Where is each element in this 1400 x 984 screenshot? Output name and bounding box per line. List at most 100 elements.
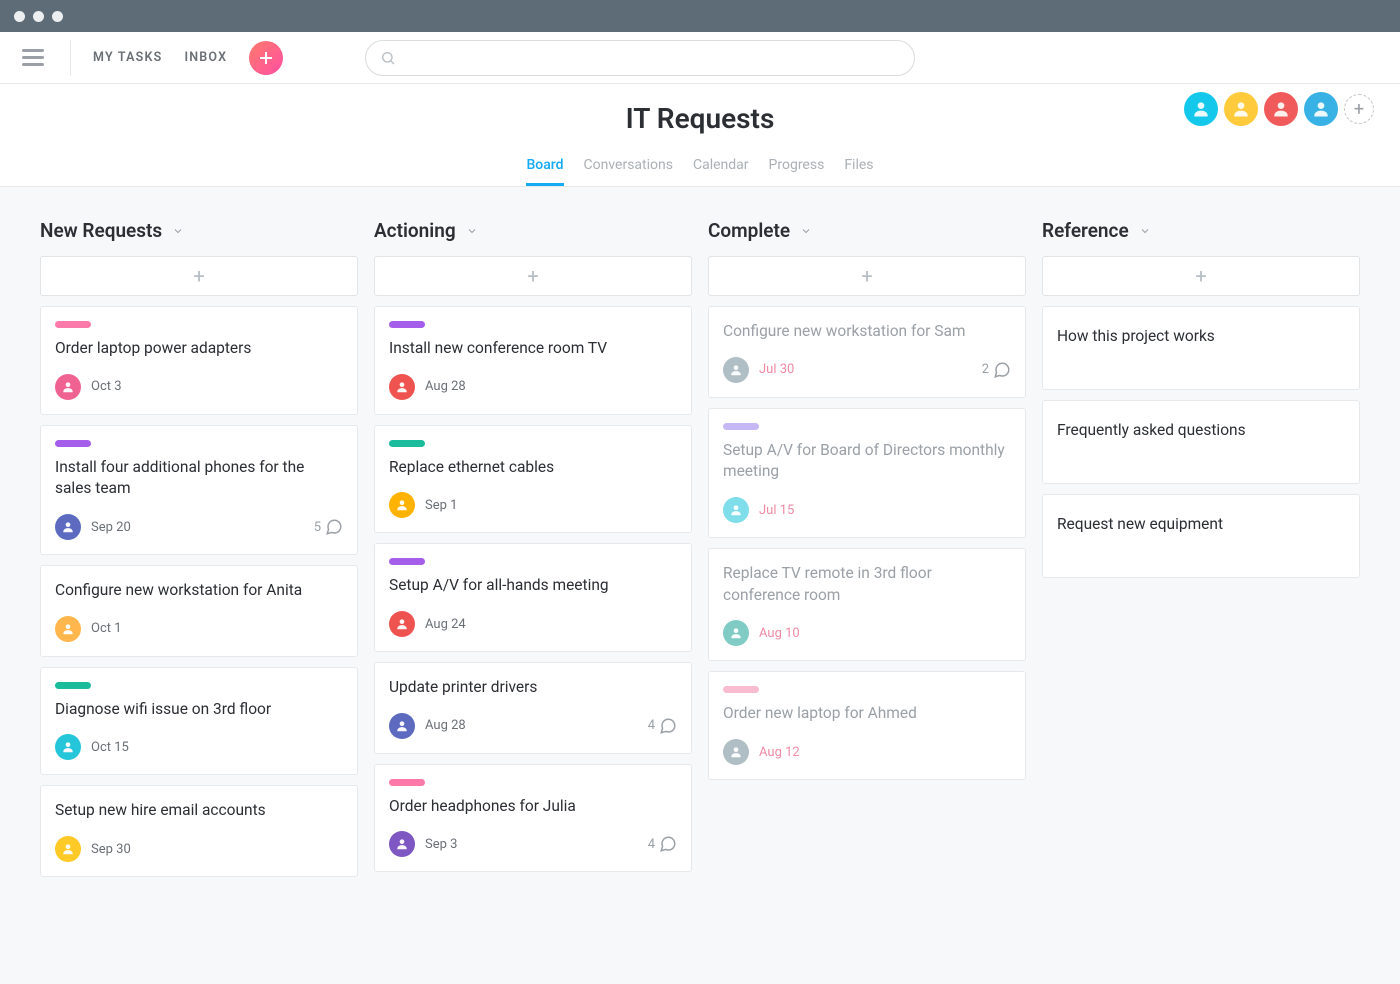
chevron-down-icon [172, 225, 184, 237]
avatar[interactable] [1264, 92, 1298, 126]
card-tag [389, 779, 425, 786]
column-title: New Requests [40, 219, 162, 242]
card-footer: Aug 10 [723, 620, 1011, 646]
card-footer: Sep 30 [55, 836, 343, 862]
due-date: Aug 10 [759, 626, 800, 641]
column-header[interactable]: New Requests [40, 219, 358, 242]
column-title: Complete [708, 219, 790, 242]
project-header: IT Requests + BoardConversationsCalendar… [0, 84, 1400, 187]
add-card-button[interactable]: + [708, 256, 1026, 296]
task-card[interactable]: Setup A/V for Board of Directors monthly… [708, 408, 1026, 538]
task-card[interactable]: Frequently asked questions [1042, 400, 1360, 484]
task-card[interactable]: Update printer drivers Aug 28 4 [374, 662, 692, 754]
tab-progress[interactable]: Progress [769, 157, 825, 186]
task-card[interactable]: Replace ethernet cablesSep 1 [374, 425, 692, 534]
task-card[interactable]: Diagnose wifi issue on 3rd floorOct 15 [40, 667, 358, 776]
card-title: Install new conference room TV [389, 338, 677, 360]
window-dot[interactable] [14, 11, 25, 22]
search-input[interactable] [365, 40, 915, 76]
chevron-down-icon [466, 225, 478, 237]
column-title: Actioning [374, 219, 456, 242]
task-card[interactable]: Configure new workstation for AnitaOct 1 [40, 565, 358, 657]
avatar[interactable] [1184, 92, 1218, 126]
add-card-button[interactable]: + [40, 256, 358, 296]
due-date: Sep 1 [425, 498, 457, 513]
board-column: Complete + Configure new workstation for S… [708, 219, 1026, 887]
card-tag [55, 321, 91, 328]
assignee-avatar [55, 616, 81, 642]
task-card[interactable]: Order laptop power adaptersOct 3 [40, 306, 358, 415]
search-icon [380, 50, 396, 66]
due-date: Jul 15 [759, 503, 794, 518]
add-member-button[interactable]: + [1344, 94, 1374, 124]
comment-count: 4 [648, 835, 677, 853]
hamburger-icon[interactable] [18, 45, 48, 70]
assignee-avatar [723, 497, 749, 523]
comment-count: 5 [314, 518, 343, 536]
card-tag [389, 558, 425, 565]
card-footer: Sep 1 [389, 492, 677, 518]
card-footer: Jul 30 2 [723, 357, 1011, 383]
due-date: Sep 20 [91, 520, 131, 535]
task-card[interactable]: Install new conference room TV Aug 28 [374, 306, 692, 415]
column-header[interactable]: Reference [1042, 219, 1360, 242]
add-card-button[interactable]: + [1042, 256, 1360, 296]
add-card-button[interactable]: + [374, 256, 692, 296]
card-title: Order new laptop for Ahmed [723, 703, 1011, 725]
tab-calendar[interactable]: Calendar [693, 157, 749, 186]
avatar[interactable] [1304, 92, 1338, 126]
task-card[interactable]: Setup A/V for all-hands meetingAug 24 [374, 543, 692, 652]
assignee-avatar [389, 611, 415, 637]
due-date: Jul 30 [759, 362, 794, 377]
board-column: Reference + How this project works Frequent… [1042, 219, 1360, 887]
tab-files[interactable]: Files [844, 157, 873, 186]
task-card[interactable]: Configure new workstation for Sam Jul 30 2 [708, 306, 1026, 398]
task-card[interactable]: Order headphones for JuliaSep 34 [374, 764, 692, 873]
tab-board[interactable]: Board [526, 157, 563, 186]
window-dot[interactable] [33, 11, 44, 22]
task-card[interactable]: Request new equipment [1042, 494, 1360, 578]
due-date: Aug 24 [425, 617, 466, 632]
card-tag [55, 440, 91, 447]
board-column: Actioning + Install new conference room TV… [374, 219, 692, 887]
card-title: Diagnose wifi issue on 3rd floor [55, 699, 343, 721]
plus-icon [258, 50, 274, 66]
chevron-down-icon [1139, 225, 1151, 237]
card-tag [723, 423, 759, 430]
task-card[interactable]: Setup new hire email accountsSep 30 [40, 785, 358, 877]
task-card[interactable]: Replace TV remote in 3rd floor conferenc… [708, 548, 1026, 661]
column-header[interactable]: Complete [708, 219, 1026, 242]
assignee-avatar [389, 831, 415, 857]
member-avatars: + [1184, 92, 1374, 126]
nav-inbox[interactable]: INBOX [184, 50, 227, 65]
nav-my-tasks[interactable]: MY TASKS [93, 50, 162, 65]
card-title: Update printer drivers [389, 677, 677, 699]
view-tabs: Board Conversations Calendar Progress Files [0, 157, 1400, 186]
add-button[interactable] [249, 41, 283, 75]
task-card[interactable]: Order new laptop for AhmedAug 12 [708, 671, 1026, 780]
column-title: Reference [1042, 219, 1129, 242]
comment-count: 2 [982, 361, 1011, 379]
avatar[interactable] [1224, 92, 1258, 126]
board-column: New Requests + Order laptop power adapters… [40, 219, 358, 887]
card-tag [389, 321, 425, 328]
kanban-board: New Requests + Order laptop power adapters… [0, 187, 1400, 919]
chevron-down-icon [800, 225, 812, 237]
task-card[interactable]: How this project works [1042, 306, 1360, 390]
comment-count: 4 [648, 717, 677, 735]
column-header[interactable]: Actioning [374, 219, 692, 242]
card-tag [723, 686, 759, 693]
task-card[interactable]: Install four additional phones for the s… [40, 425, 358, 555]
assignee-avatar [55, 374, 81, 400]
tab-conversations[interactable]: Conversations [584, 157, 673, 186]
card-title: Configure new workstation for Sam [723, 321, 1011, 343]
assignee-avatar [55, 514, 81, 540]
assignee-avatar [55, 734, 81, 760]
card-footer: Aug 28 [389, 374, 677, 400]
window-dot[interactable] [52, 11, 63, 22]
due-date: Aug 28 [425, 718, 466, 733]
card-title: Replace TV remote in 3rd floor conferenc… [723, 563, 1011, 606]
card-footer: Aug 28 4 [389, 713, 677, 739]
assignee-avatar [389, 713, 415, 739]
due-date: Aug 28 [425, 379, 466, 394]
